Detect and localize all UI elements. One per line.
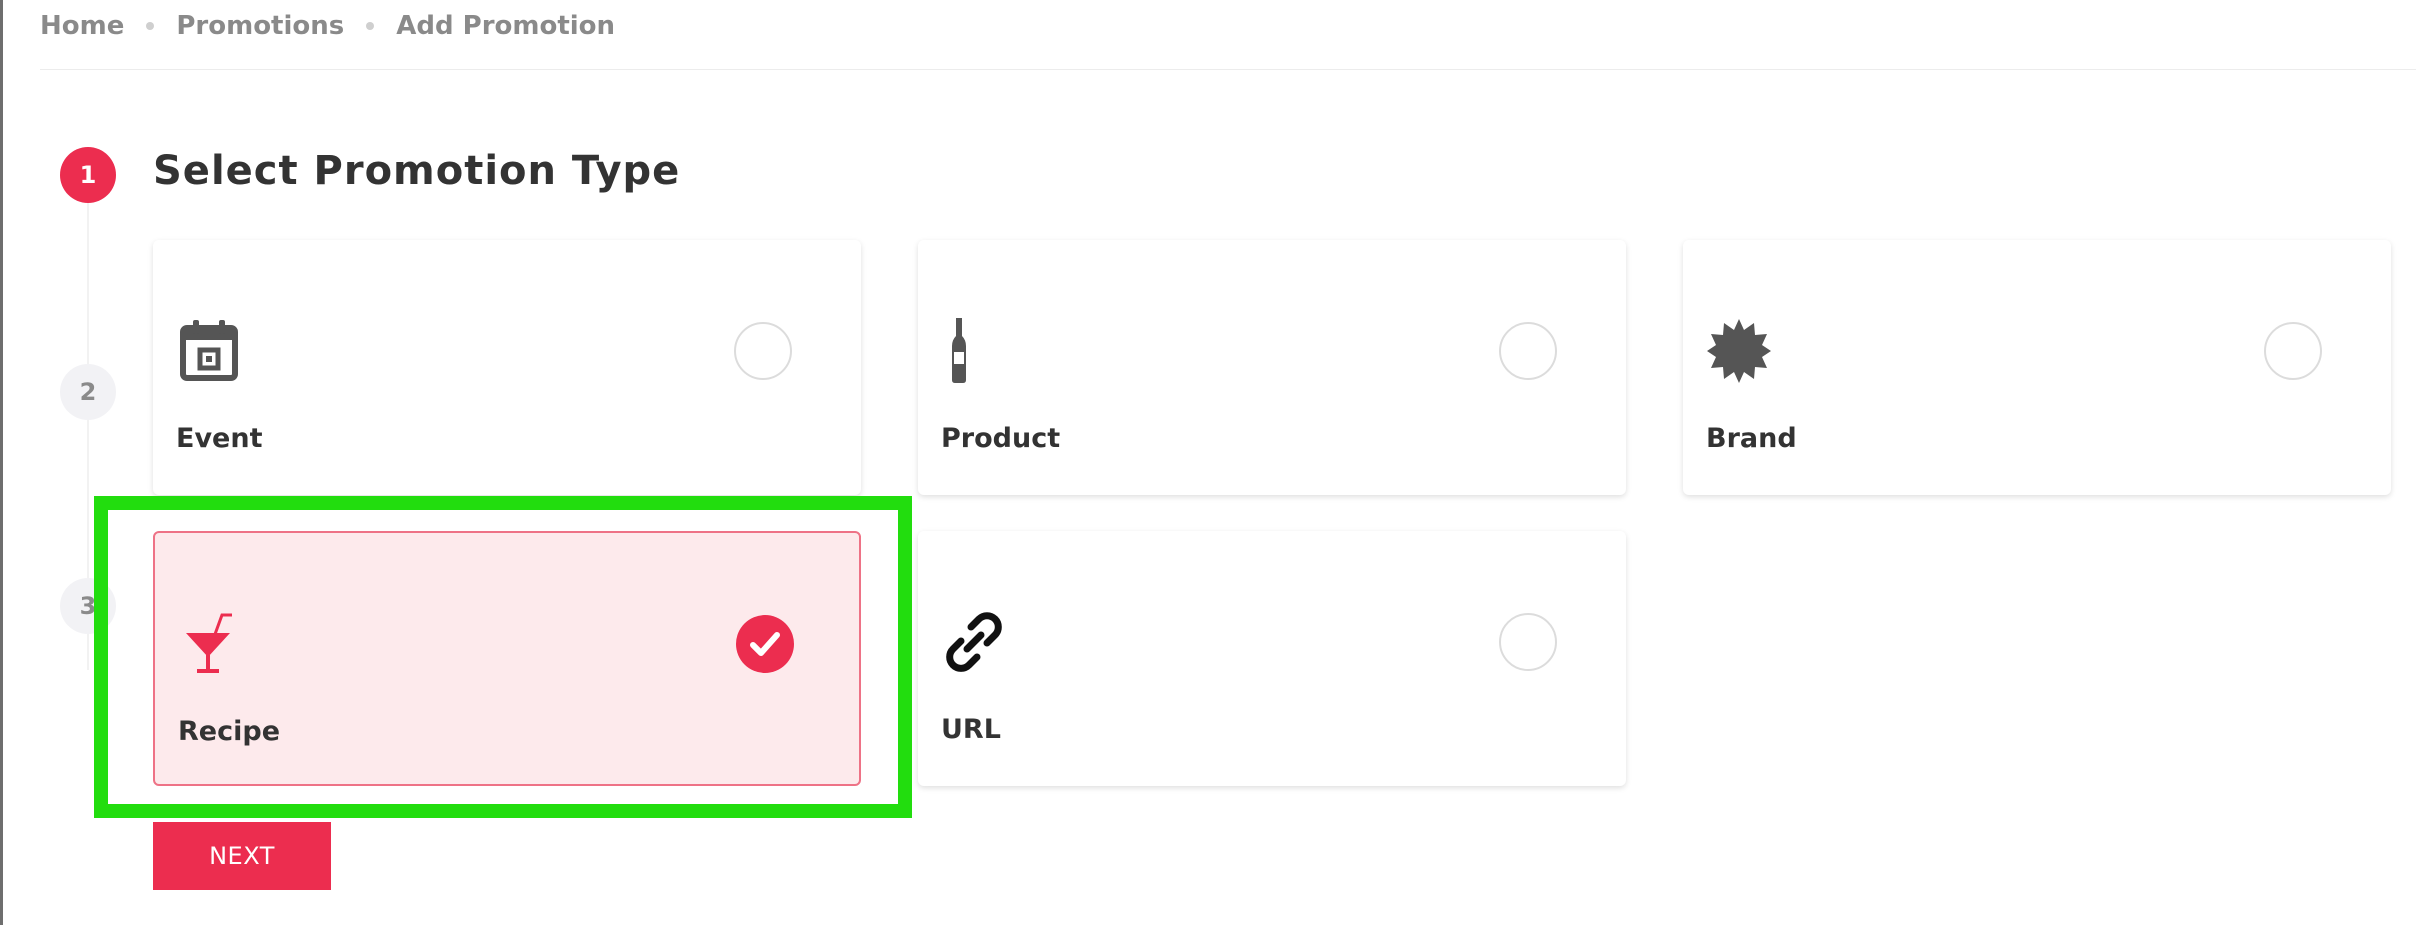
breadcrumb-separator	[146, 22, 155, 30]
breadcrumb-promotions[interactable]: Promotions	[176, 11, 344, 41]
breadcrumb-home[interactable]: Home	[40, 11, 124, 41]
breadcrumb-separator	[366, 22, 375, 30]
promotion-type-label: Event	[176, 423, 263, 454]
promotion-type-brand-card[interactable]: Brand	[1683, 240, 2391, 495]
radio-button[interactable]	[1499, 613, 1557, 671]
step-3-indicator: 3	[60, 578, 116, 634]
radio-button[interactable]	[1499, 322, 1557, 380]
promotion-type-url-card[interactable]: URL	[918, 531, 1626, 786]
next-button[interactable]: NEXT	[153, 822, 331, 890]
window-left-border	[0, 0, 3, 925]
promotion-type-event-card[interactable]: Event	[153, 240, 861, 495]
breadcrumb: Home Promotions Add Promotion	[40, 0, 2416, 70]
wine-bottle-icon	[952, 318, 966, 383]
calendar-icon	[180, 320, 238, 381]
selected-check-icon[interactable]	[736, 615, 794, 673]
radio-button[interactable]	[2264, 322, 2322, 380]
section-title: Select Promotion Type	[153, 148, 681, 194]
step-1-indicator: 1	[60, 147, 116, 203]
promotion-type-label: Product	[941, 423, 1061, 454]
promotion-type-recipe-card[interactable]: Recipe	[153, 531, 861, 786]
link-icon	[946, 612, 1002, 672]
promotion-type-label: Recipe	[178, 716, 281, 747]
promotion-type-label: URL	[941, 714, 1001, 745]
badge-icon	[1707, 319, 1771, 383]
cocktail-icon	[186, 613, 232, 673]
promotion-type-product-card[interactable]: Product	[918, 240, 1626, 495]
breadcrumb-add-promotion: Add Promotion	[396, 11, 616, 41]
radio-button[interactable]	[734, 322, 792, 380]
promotion-type-label: Brand	[1706, 423, 1797, 454]
step-2-indicator: 2	[60, 364, 116, 420]
